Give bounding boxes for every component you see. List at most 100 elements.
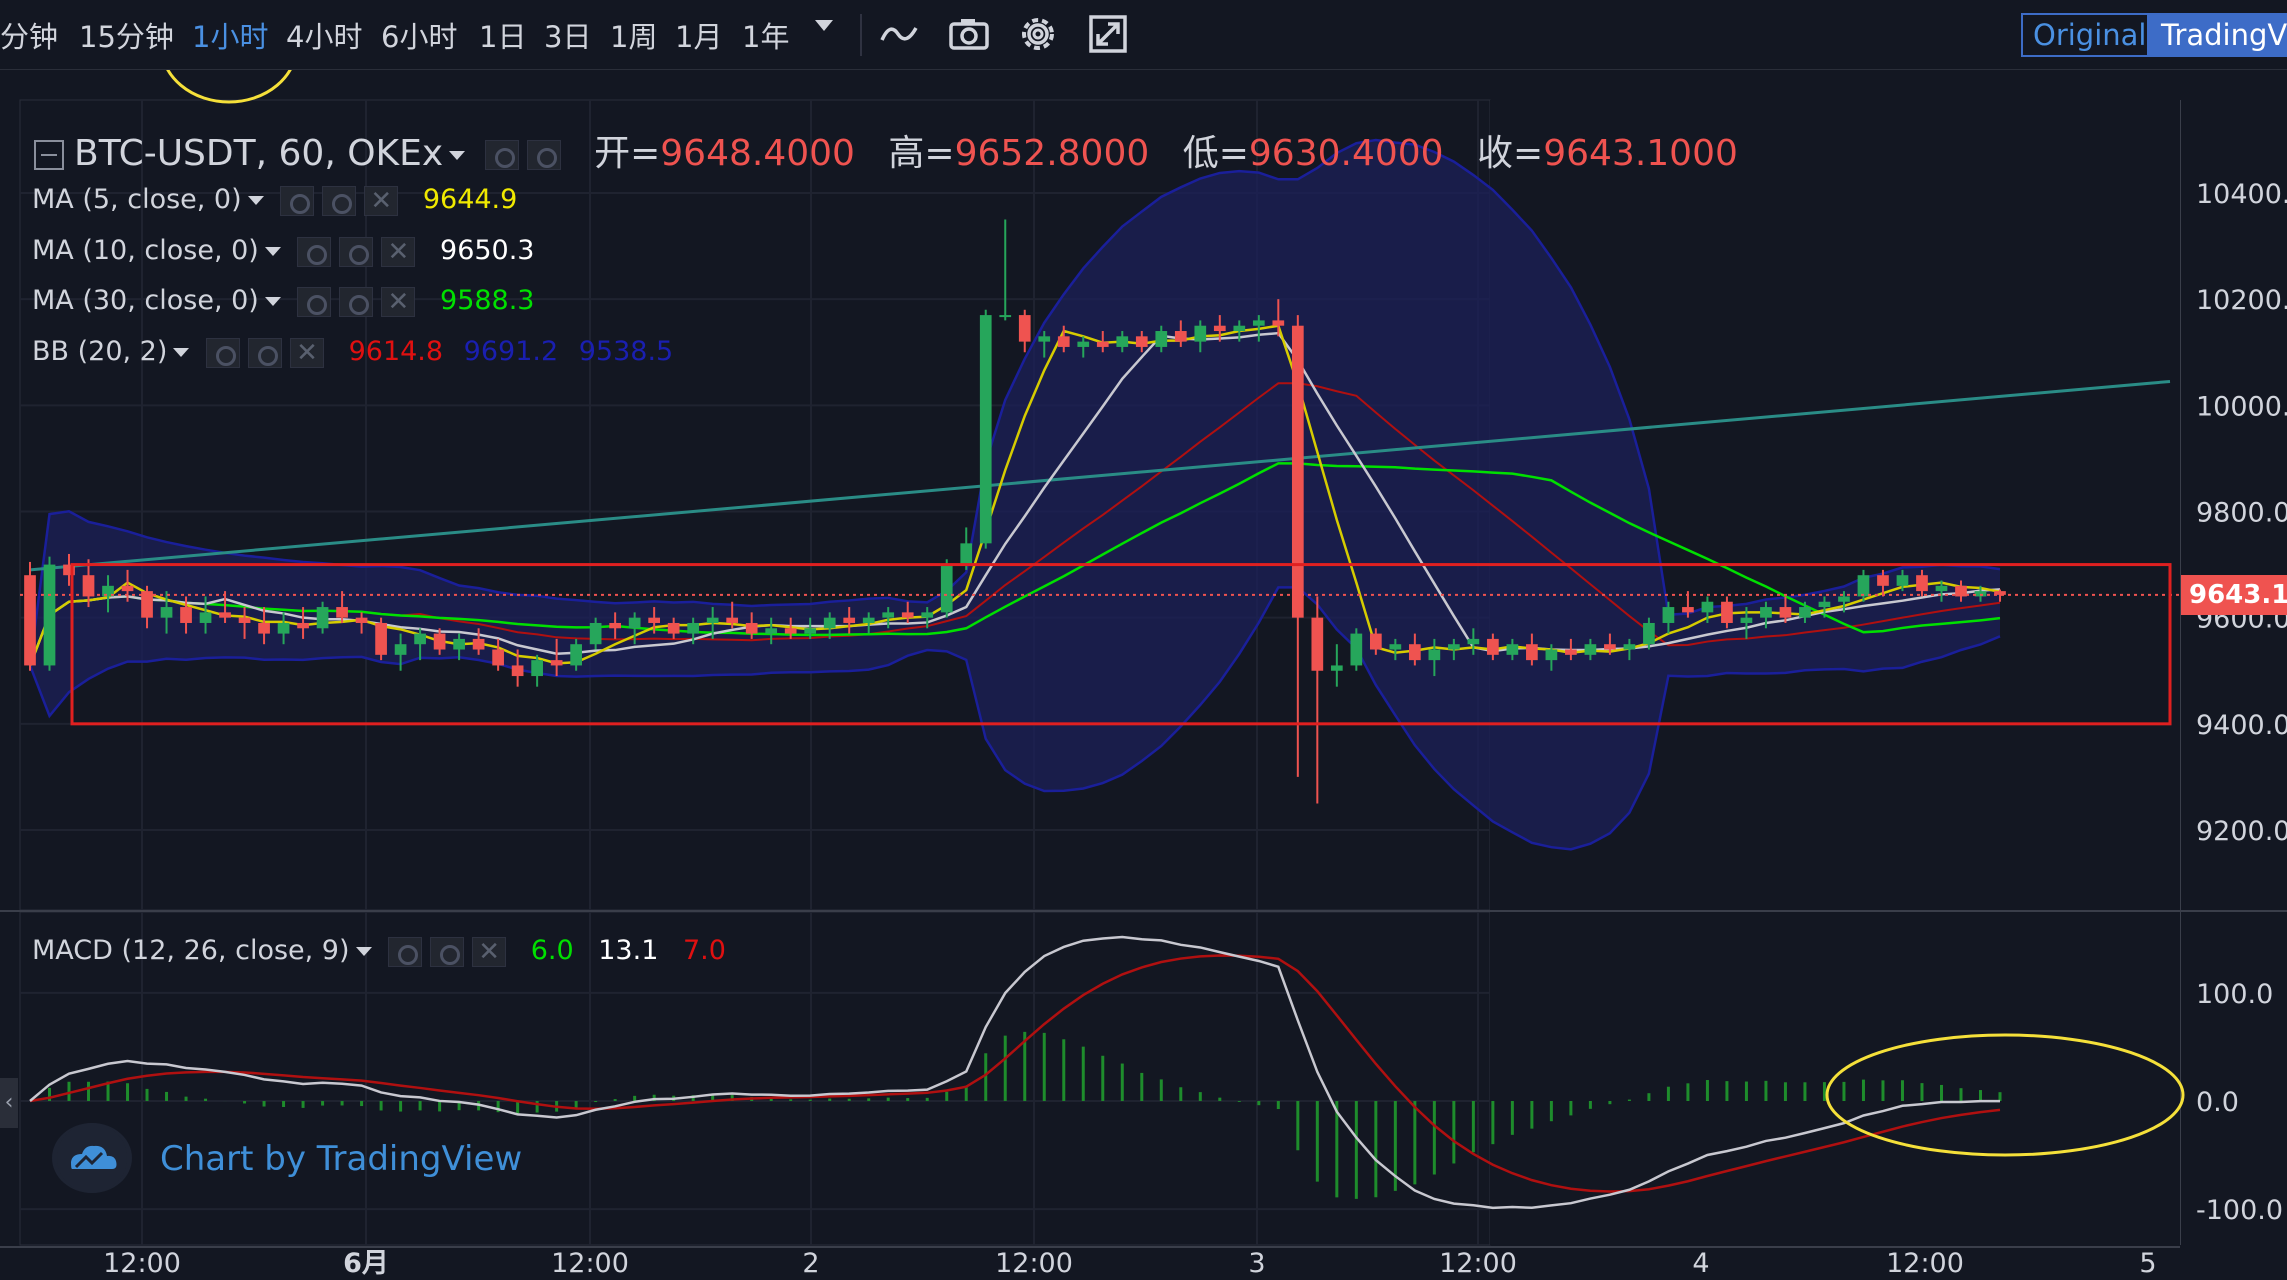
view-original-button[interactable]: Original: [2021, 13, 2149, 57]
tf-15min[interactable]: 15分钟: [79, 14, 174, 56]
candle-body: [1818, 601, 1831, 608]
close-icon[interactable]: ✕: [381, 286, 416, 317]
scroll-left-chevron-icon[interactable]: ‹: [0, 1078, 18, 1128]
eye-icon[interactable]: [388, 936, 423, 967]
candle-body: [570, 644, 582, 666]
gear-icon[interactable]: [248, 337, 282, 368]
candle-body: [843, 617, 856, 623]
eye-icon[interactable]: [206, 337, 240, 368]
tf-1hour[interactable]: 1小时: [192, 14, 268, 56]
candle-body: [1623, 644, 1636, 650]
tf-1year[interactable]: 1年: [742, 14, 789, 56]
candle-body: [1857, 575, 1870, 597]
close-value: 9643.1000: [1543, 133, 1738, 174]
bb-lower-value: 9538.5: [578, 336, 674, 367]
candle-body: [1194, 325, 1207, 342]
symbol-title[interactable]: BTC-USDT, 60, OKEx: [74, 133, 443, 174]
candle-body: [1721, 601, 1733, 623]
close-icon[interactable]: ✕: [364, 185, 399, 216]
candle-body: [1838, 596, 1850, 602]
ma10-label[interactable]: MA (10, close, 0): [32, 235, 259, 266]
close-icon[interactable]: ✕: [290, 337, 324, 368]
time-tick-label: 12:00: [551, 1248, 629, 1279]
chart-style-icon[interactable]: [876, 10, 924, 58]
open-value: 9648.4000: [660, 133, 855, 174]
candle-body: [862, 617, 875, 623]
eye-icon[interactable]: [297, 286, 332, 317]
yellow-ellipse-timeframe-annotation: [166, 70, 292, 104]
price-tick-label: 9800.0: [2196, 498, 2287, 529]
gear-icon[interactable]: [339, 286, 374, 317]
candle-body: [1291, 325, 1304, 618]
candle-body: [121, 585, 134, 592]
bb-label[interactable]: BB (20, 2): [32, 336, 167, 367]
price-tick-label: 10400.0: [2196, 179, 2287, 210]
eye-icon[interactable]: [484, 140, 519, 170]
candle-body: [433, 633, 446, 650]
tf-4hour[interactable]: 4小时: [286, 14, 362, 56]
candle-body: [1604, 644, 1616, 650]
time-tick-label: 12:00: [1886, 1248, 1964, 1279]
tf-minute[interactable]: 分钟: [0, 14, 58, 56]
candle-body: [258, 622, 270, 634]
macd-value: 13.1: [598, 935, 659, 966]
macd-hist-value: 6.0: [530, 935, 574, 966]
time-tick-label: 2: [802, 1248, 819, 1279]
candle-body: [1799, 607, 1811, 618]
bb-upper-value: 9691.2: [463, 336, 559, 367]
tf-1month[interactable]: 1月: [675, 14, 722, 56]
ma5-dropdown-icon[interactable]: [247, 196, 264, 205]
view-tradingview-button[interactable]: TradingVi: [2149, 13, 2287, 57]
candle-body: [394, 644, 407, 655]
settings-gear-icon[interactable]: [1014, 10, 1062, 58]
ma30-label[interactable]: MA (30, close, 0): [32, 285, 259, 316]
camera-icon[interactable]: [945, 10, 993, 58]
candle-body: [745, 622, 758, 634]
close-icon[interactable]: ✕: [381, 236, 416, 267]
candle-body: [1311, 617, 1324, 671]
candle-body: [1467, 638, 1480, 645]
candle-body: [1740, 617, 1753, 623]
macd-tick-label: -100.0: [2196, 1195, 2283, 1226]
ma10-dropdown-icon[interactable]: [264, 247, 281, 256]
ma5-label[interactable]: MA (5, close, 0): [32, 184, 242, 215]
macd-signal-value: 7.0: [682, 935, 726, 966]
macd-label[interactable]: MACD (12, 26, close, 9): [32, 935, 350, 966]
candle-body: [199, 612, 212, 623]
eye-icon[interactable]: [280, 185, 315, 216]
more-timeframes-chevron-down-icon[interactable]: [815, 20, 833, 31]
tf-3day[interactable]: 3日: [544, 14, 591, 56]
tf-6hour[interactable]: 6小时: [381, 14, 457, 56]
candle-body: [355, 617, 368, 623]
ma5-legend: MA (5, close, 0) ✕ 9644.9: [32, 184, 517, 216]
macd-tick-label: 0.0: [2196, 1087, 2239, 1118]
price-tick-label: 10200.0: [2196, 285, 2287, 316]
last-price-tag: 9643.10: [2181, 575, 2287, 615]
ma30-dropdown-icon[interactable]: [264, 297, 281, 306]
candle-body: [492, 649, 504, 666]
time-tick-label: 3: [1248, 1248, 1265, 1279]
gear-icon[interactable]: [339, 236, 374, 267]
gear-icon[interactable]: [430, 936, 465, 967]
candle-body: [1369, 633, 1382, 650]
close-icon[interactable]: ✕: [472, 936, 507, 967]
fullscreen-icon[interactable]: [1084, 10, 1132, 58]
candle-body: [238, 617, 251, 623]
eye-icon[interactable]: [297, 236, 332, 267]
candle-body: [999, 315, 1012, 318]
candle-body: [1213, 325, 1226, 332]
gear-icon[interactable]: [526, 140, 561, 170]
candle-body: [628, 617, 641, 629]
gear-icon[interactable]: [322, 185, 357, 216]
tf-1day[interactable]: 1日: [479, 14, 526, 56]
tf-1week[interactable]: 1周: [610, 14, 657, 56]
macd-legend: MACD (12, 26, close, 9) ✕ 6.0 13.1 7.0: [32, 935, 726, 967]
collapse-legend-icon[interactable]: [34, 140, 64, 170]
symbol-dropdown-icon[interactable]: [449, 150, 466, 160]
time-axis: 12:00 6月 12:00 2 12:00 3 12:00 4 12:00 5: [0, 1246, 2180, 1279]
candle-body: [297, 622, 309, 629]
bb-dropdown-icon[interactable]: [173, 348, 190, 357]
candle-body: [1779, 607, 1792, 618]
candle-body: [43, 564, 56, 666]
macd-dropdown-icon[interactable]: [355, 947, 372, 956]
